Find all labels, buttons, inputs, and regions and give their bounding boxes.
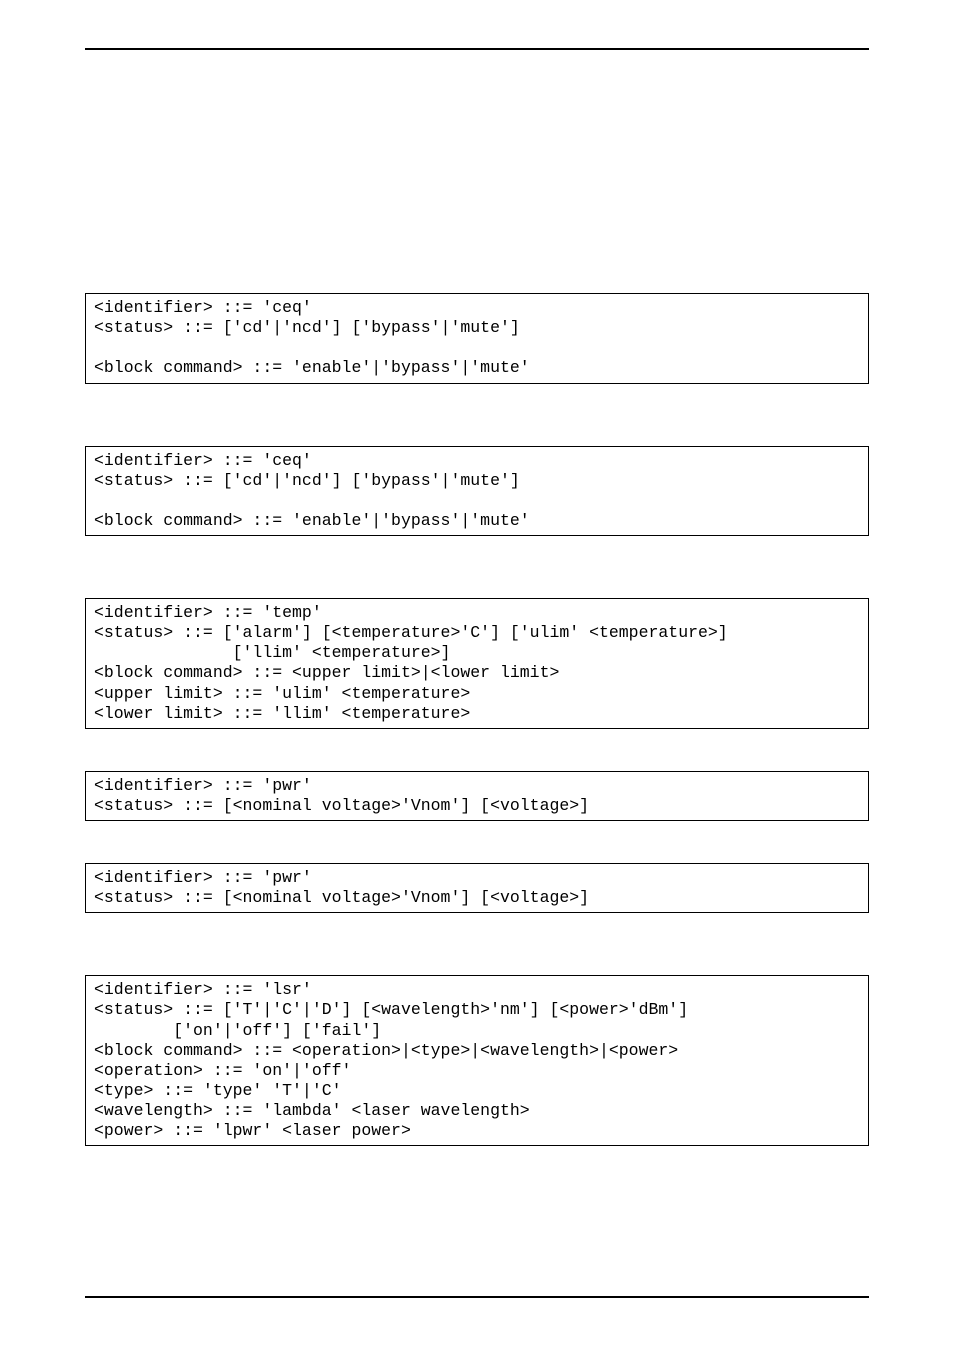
spacer — [85, 913, 869, 975]
spacer — [85, 821, 869, 863]
code-line: ['on'|'off'] ['fail'] — [94, 1021, 381, 1040]
code-line: ['llim' <temperature>] — [94, 643, 450, 662]
code-block-lsr: <identifier> ::= 'lsr' <status> ::= ['T'… — [85, 975, 869, 1146]
code-line: <identifier> ::= 'pwr' — [94, 868, 312, 887]
code-line: <identifier> ::= 'ceq' — [94, 298, 312, 317]
code-line: <identifier> ::= 'ceq' — [94, 451, 312, 470]
code-line: <block command> ::= <upper limit>|<lower… — [94, 663, 559, 682]
code-line: <lower limit> ::= 'llim' <temperature> — [94, 704, 470, 723]
code-line: <identifier> ::= 'pwr' — [94, 776, 312, 795]
footer-rule — [85, 1296, 869, 1298]
code-block-temp: <identifier> ::= 'temp' <status> ::= ['a… — [85, 598, 869, 729]
code-line: <status> ::= ['T'|'C'|'D'] [<wavelength>… — [94, 1000, 688, 1019]
spacer — [85, 729, 869, 771]
code-block-ceq-2: <identifier> ::= 'ceq' <status> ::= ['cd… — [85, 446, 869, 537]
code-line: <status> ::= [<nominal voltage>'Vnom'] [… — [94, 888, 589, 907]
content-area: <identifier> ::= 'ceq' <status> ::= ['cd… — [85, 68, 869, 1146]
code-line: <upper limit> ::= 'ulim' <temperature> — [94, 684, 470, 703]
code-line: <status> ::= ['alarm'] [<temperature>'C'… — [94, 623, 728, 642]
page: <identifier> ::= 'ceq' <status> ::= ['cd… — [0, 0, 954, 1350]
code-line: <status> ::= ['cd'|'ncd'] ['bypass'|'mut… — [94, 318, 520, 337]
code-line: <operation> ::= 'on'|'off' — [94, 1061, 351, 1080]
code-line: <type> ::= 'type' 'T'|'C' — [94, 1081, 342, 1100]
code-block-pwr-2: <identifier> ::= 'pwr' <status> ::= [<no… — [85, 863, 869, 913]
code-line: <block command> ::= <operation>|<type>|<… — [94, 1041, 678, 1060]
code-block-pwr-1: <identifier> ::= 'pwr' <status> ::= [<no… — [85, 771, 869, 821]
code-line: <identifier> ::= 'temp' — [94, 603, 322, 622]
header-rule — [85, 48, 869, 50]
code-line: <wavelength> ::= 'lambda' <laser wavelen… — [94, 1101, 530, 1120]
code-line: <status> ::= ['cd'|'ncd'] ['bypass'|'mut… — [94, 471, 520, 490]
code-line: <block command> ::= 'enable'|'bypass'|'m… — [94, 511, 530, 530]
code-line: <status> ::= [<nominal voltage>'Vnom'] [… — [94, 796, 589, 815]
code-line: <block command> ::= 'enable'|'bypass'|'m… — [94, 358, 530, 377]
spacer — [85, 384, 869, 446]
code-line: <identifier> ::= 'lsr' — [94, 980, 312, 999]
spacer — [85, 536, 869, 598]
code-block-ceq-1: <identifier> ::= 'ceq' <status> ::= ['cd… — [85, 293, 869, 384]
code-line: <power> ::= 'lpwr' <laser power> — [94, 1121, 411, 1140]
